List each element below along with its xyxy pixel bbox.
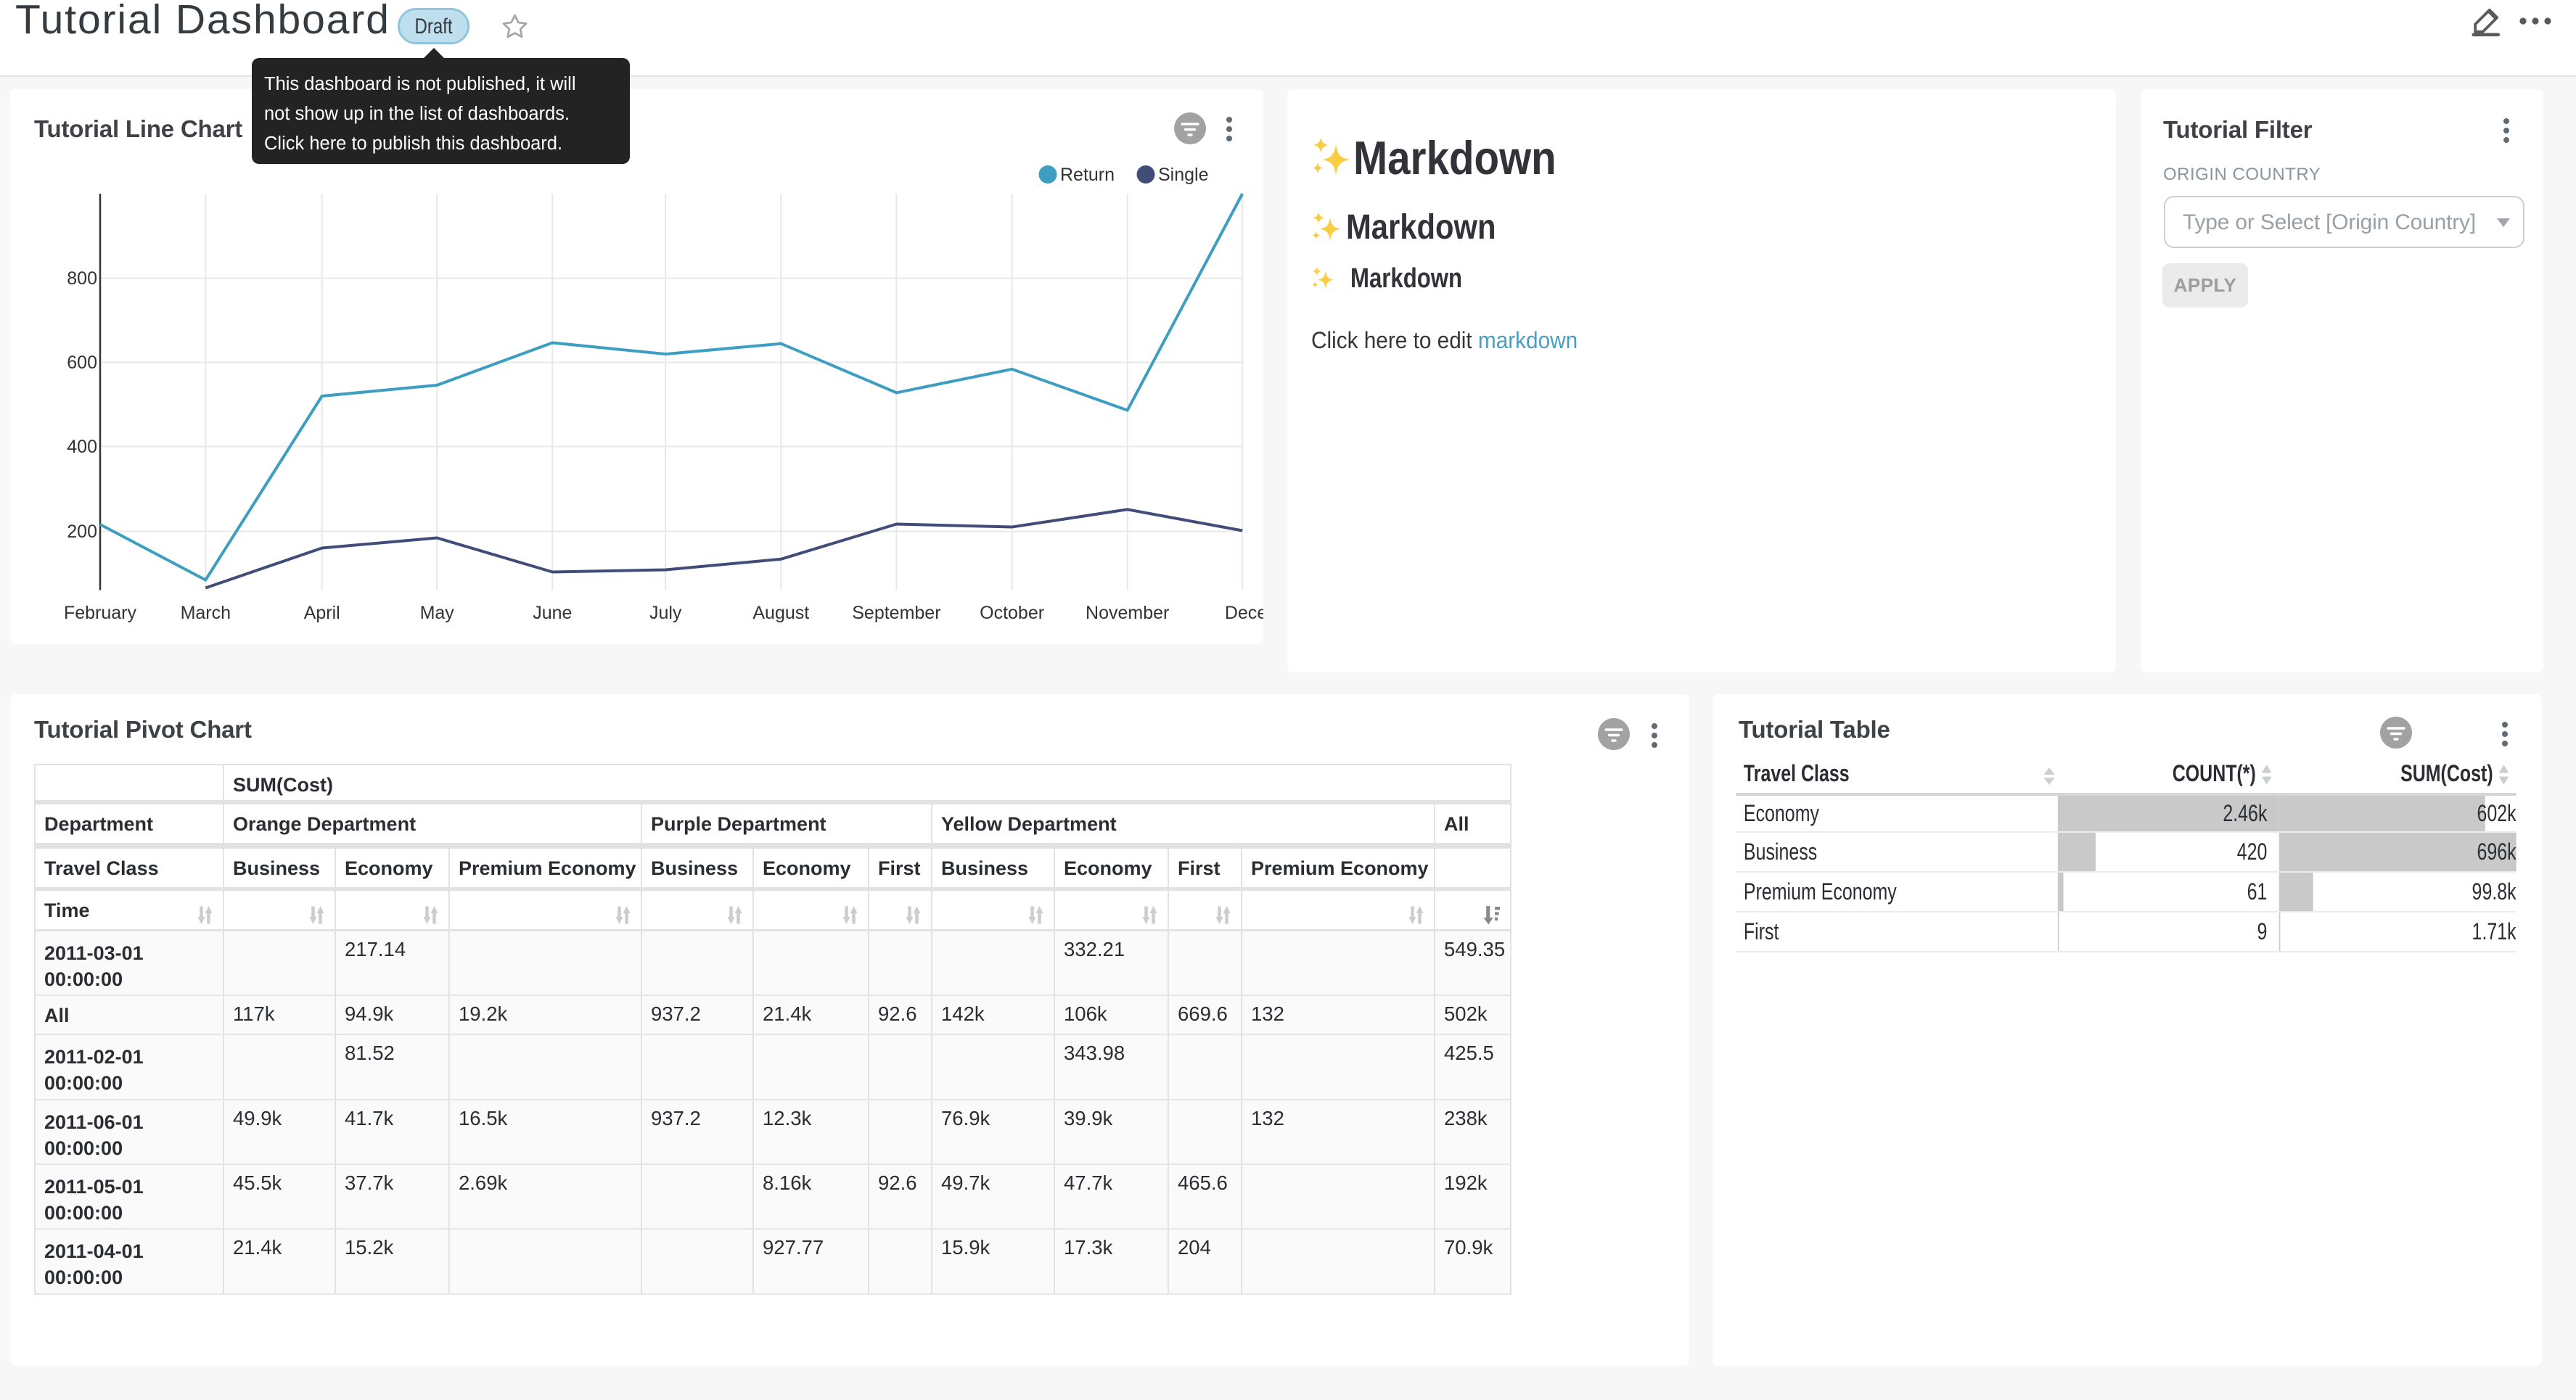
- svg-text:Dece: Dece: [1225, 603, 1263, 623]
- svg-text:July: July: [649, 603, 682, 623]
- svg-text:February: February: [64, 603, 137, 623]
- svg-text:Single: Single: [1158, 165, 1209, 185]
- svg-text:600: 600: [67, 353, 97, 373]
- svg-text:June: June: [533, 603, 572, 623]
- svg-text:August: August: [752, 603, 809, 623]
- svg-text:200: 200: [67, 522, 97, 542]
- svg-text:800: 800: [67, 268, 97, 289]
- svg-text:Return: Return: [1060, 165, 1115, 185]
- svg-text:November: November: [1086, 603, 1169, 623]
- svg-text:April: April: [304, 603, 340, 623]
- svg-text:September: September: [852, 603, 940, 623]
- svg-text:May: May: [420, 603, 455, 623]
- svg-text:March: March: [181, 603, 231, 623]
- svg-text:400: 400: [67, 437, 97, 457]
- svg-text:October: October: [980, 603, 1044, 623]
